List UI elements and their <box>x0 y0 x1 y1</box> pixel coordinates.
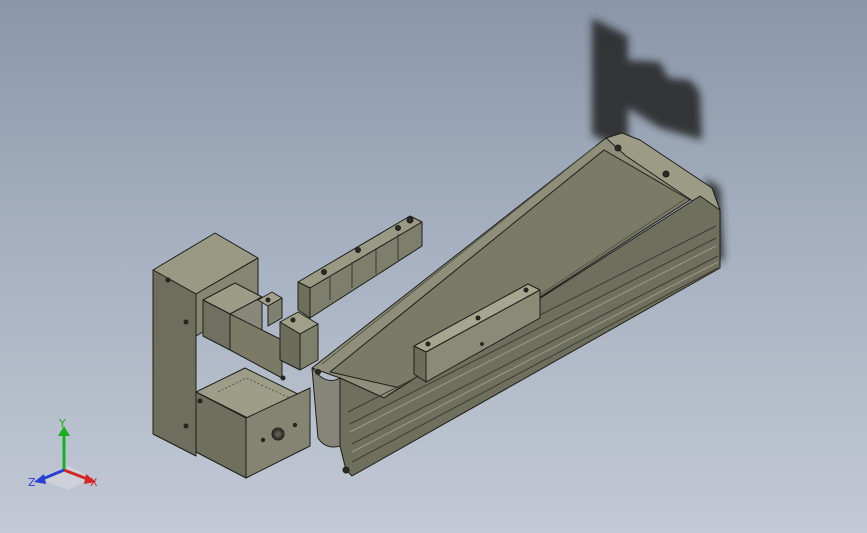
x-axis-label: X <box>90 476 98 489</box>
graphics-viewport[interactable]: Y X Z <box>0 0 867 533</box>
cad-model-view[interactable] <box>0 0 867 533</box>
axis-triad[interactable]: Y X Z <box>28 417 108 492</box>
y-axis-label: Y <box>59 417 66 430</box>
motor-box[interactable] <box>195 367 311 479</box>
z-axis-label: Z <box>28 476 36 489</box>
